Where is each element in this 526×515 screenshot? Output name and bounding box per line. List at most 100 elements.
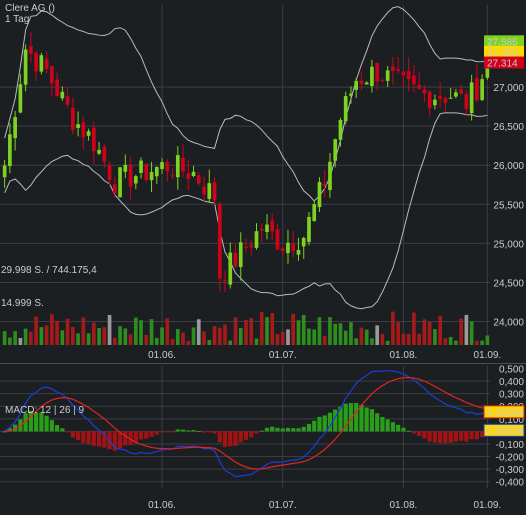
volume-bar — [228, 340, 233, 345]
macd-tick-label: -0,400 — [496, 478, 525, 489]
candle-body — [322, 183, 327, 186]
volume-bar — [469, 321, 474, 345]
macd-histogram-bar — [259, 430, 264, 432]
candle-body — [343, 96, 348, 122]
volume-bar — [29, 331, 33, 345]
volume-bar — [144, 334, 149, 345]
volume-bar — [165, 318, 170, 345]
volume-bar — [422, 319, 427, 345]
candle-body — [396, 69, 401, 72]
volume-bar — [464, 314, 469, 345]
candle-body — [160, 162, 164, 170]
candle-body — [60, 91, 65, 99]
candle-body — [401, 71, 406, 76]
candle-body — [249, 244, 254, 248]
macd-histogram-bar — [138, 431, 144, 440]
volume-bar — [380, 333, 385, 345]
candle-body — [165, 162, 170, 172]
macd-histogram-bar — [70, 431, 75, 438]
macd-title: MACD: 12 | 26 | 9 — [5, 405, 85, 416]
candle-body — [433, 99, 437, 106]
candle-body — [422, 89, 427, 94]
candle-body — [312, 204, 317, 221]
candle-body — [181, 157, 185, 172]
volume-bar — [128, 334, 133, 345]
candle-body — [380, 79, 385, 81]
candle-body — [107, 164, 112, 180]
volume-bar — [217, 327, 222, 345]
macd-histogram-bar — [123, 431, 128, 446]
time-tick-label: 01.08. — [390, 350, 418, 361]
candle-body — [375, 63, 380, 82]
candle-body — [34, 52, 38, 72]
macd-tick-label: -0,200 — [496, 453, 525, 464]
volume-bar — [223, 324, 227, 345]
volume-bar — [233, 317, 238, 345]
volume-bar — [102, 327, 107, 345]
volume-bar — [55, 320, 59, 345]
macd-histogram-bar — [390, 422, 396, 432]
volume-bar — [448, 336, 453, 345]
macd-histogram-bar — [54, 425, 60, 432]
volume-bar — [50, 314, 54, 345]
candle-body — [438, 95, 442, 99]
volume-bar — [202, 331, 206, 345]
volume-bar — [133, 317, 138, 345]
price-tick-label: 25,000 — [493, 239, 524, 250]
volume-bar — [65, 318, 70, 345]
candle-body — [370, 66, 374, 87]
volume-bar — [107, 315, 112, 345]
candle-body — [8, 134, 12, 167]
macd-histogram-bar — [474, 431, 479, 440]
macd-histogram-bar — [170, 431, 175, 433]
macd-histogram-bar — [91, 431, 96, 446]
candle-body — [186, 173, 191, 179]
candle-body — [244, 246, 248, 248]
macd-histogram-bar — [312, 420, 317, 432]
macd-histogram-bar — [96, 431, 102, 447]
candle-body — [469, 82, 474, 114]
time-tick-label: 01.09. — [473, 500, 501, 511]
candle-body — [333, 139, 338, 161]
candle-body — [76, 124, 80, 128]
volume-bar — [154, 337, 159, 345]
macd-histogram-bar — [217, 431, 222, 443]
macd-histogram-bar — [432, 431, 438, 443]
volume-bar — [406, 333, 411, 345]
candle-body — [65, 96, 70, 105]
macd-histogram-bar — [317, 416, 322, 432]
volume-bar — [412, 312, 416, 345]
volume-bar — [427, 321, 432, 345]
stock-chart-widget: 24,000 24,500 25,000 25,500 26,000 26,500 27,0… — [0, 0, 526, 515]
volume-bar — [275, 334, 280, 345]
candle-body — [71, 107, 75, 130]
candle-body — [286, 242, 290, 254]
macd-tick-label: -0,300 — [496, 465, 525, 476]
volume-bar — [76, 333, 80, 345]
volume-bar — [97, 328, 101, 345]
volume-bar — [443, 338, 448, 345]
volume-bar — [480, 340, 484, 345]
candle-body — [44, 58, 49, 69]
volume-bar — [438, 315, 442, 345]
price-last-label: 27.314 — [487, 59, 518, 70]
volume-bar — [18, 337, 23, 345]
volume-bar — [175, 329, 180, 345]
candle-body — [280, 248, 285, 251]
candle-body — [338, 120, 343, 140]
macd-histogram-bar — [149, 431, 154, 437]
volume-bar — [391, 311, 395, 345]
macd-histogram-bar — [285, 427, 291, 432]
candle-body — [307, 216, 311, 242]
candle-body — [354, 80, 359, 90]
macd-histogram-bar — [375, 413, 380, 432]
candle-body — [291, 244, 296, 251]
macd-histogram-bar — [60, 428, 65, 432]
volume-bar — [385, 340, 390, 345]
volume-bar — [238, 328, 243, 345]
candle-body — [97, 149, 101, 154]
candle-body — [191, 171, 196, 177]
candle-body — [228, 252, 233, 285]
chart-interval: 1 Tag — [5, 14, 29, 25]
macd-histogram-bar — [459, 431, 464, 441]
